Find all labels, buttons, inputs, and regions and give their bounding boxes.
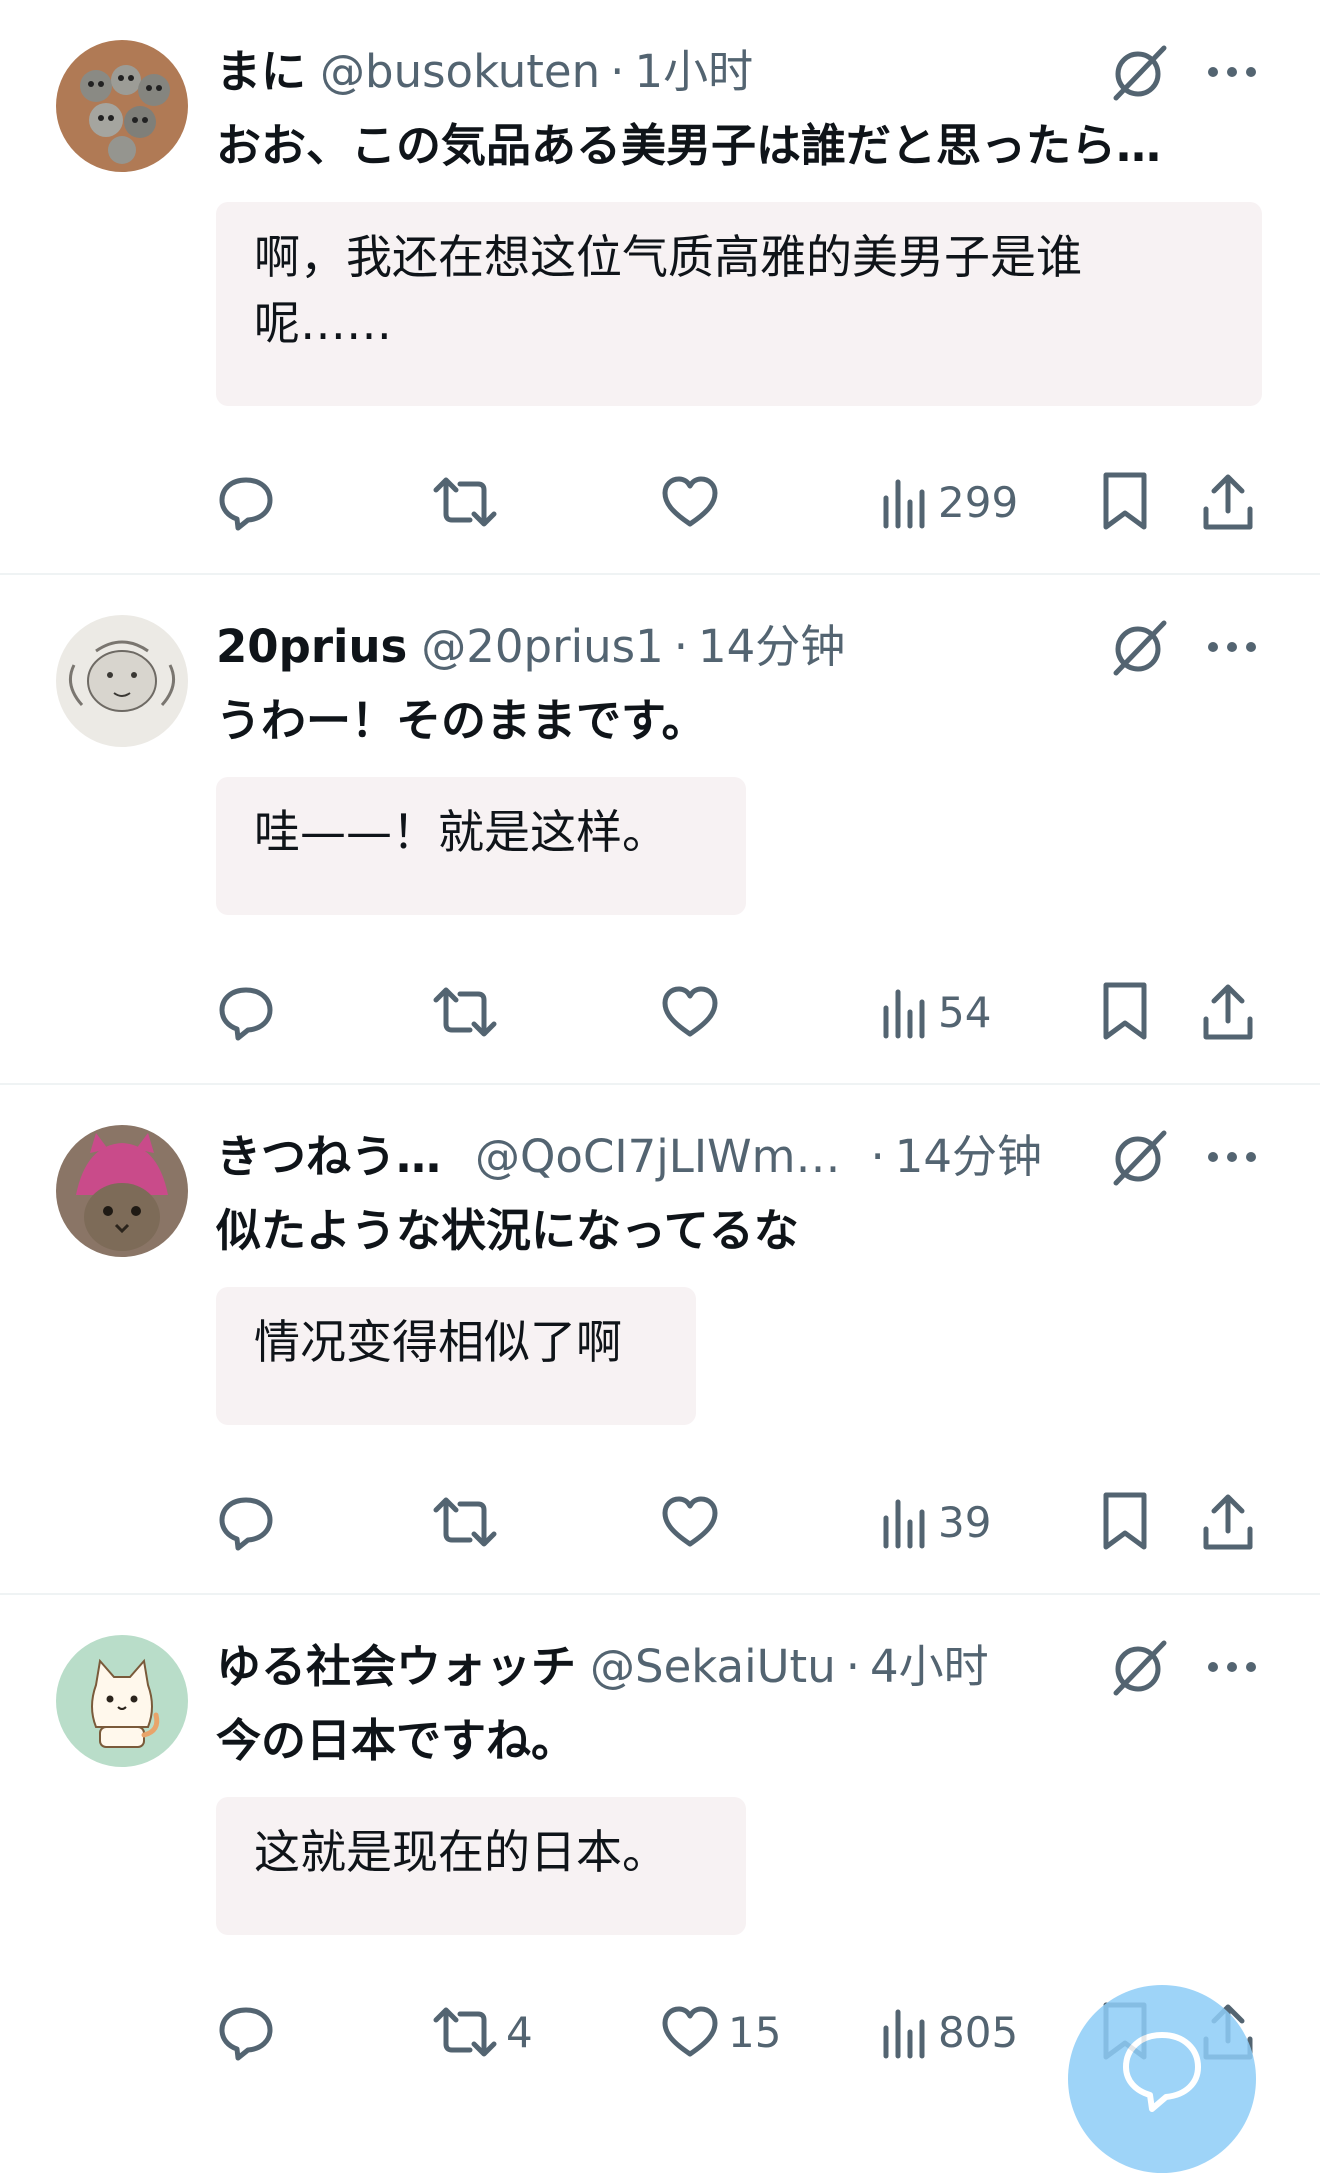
reply-button[interactable] (216, 462, 276, 542)
post-text: 今の日本ですね。 (216, 1714, 577, 1767)
views-icon (883, 479, 925, 529)
more-icon[interactable] (1200, 40, 1264, 104)
views-button[interactable]: 39 (880, 1482, 991, 1562)
bookmark-icon (1103, 472, 1147, 530)
grok-icon[interactable] (1108, 615, 1172, 679)
retweet-button[interactable] (432, 462, 506, 542)
like-icon (662, 986, 718, 1037)
timestamp[interactable]: 4小时 (870, 1635, 989, 1699)
reply-button[interactable] (216, 972, 276, 1052)
post-text: 似たような状況になってるな (216, 1204, 799, 1257)
bookmark-button[interactable] (1100, 972, 1150, 1052)
divider (0, 1593, 1320, 1595)
translation-line: 呢…… (254, 296, 392, 350)
retweet-icon (433, 1497, 497, 1547)
views-button[interactable]: 299 (880, 462, 1018, 542)
share-icon (1203, 984, 1253, 1040)
reply-button[interactable] (216, 1992, 276, 2072)
view-count: 805 (938, 2007, 1019, 2057)
action-bar: 54 (0, 972, 1320, 1052)
avatar[interactable] (56, 40, 188, 172)
bookmark-button[interactable] (1100, 1482, 1150, 1562)
timestamp[interactable]: 14分钟 (698, 615, 845, 679)
share-icon (1203, 1494, 1253, 1550)
view-count: 39 (938, 1497, 992, 1547)
retweet-icon (433, 987, 497, 1037)
translation-line: 啊，我还在想这位气质高雅的美男子是谁 (254, 230, 1082, 284)
view-count: 54 (938, 987, 992, 1037)
more-icon[interactable] (1200, 1635, 1264, 1699)
bookmark-icon (1103, 1492, 1147, 1550)
separator: · (610, 45, 625, 98)
retweet-button[interactable] (432, 972, 506, 1052)
like-icon (662, 2006, 718, 2057)
grok-icon[interactable] (1108, 40, 1172, 104)
like-count: 15 (728, 2007, 782, 2057)
divider (0, 573, 1320, 575)
retweet-button[interactable]: 4 (432, 1992, 533, 2072)
bookmark-icon (1103, 982, 1147, 1040)
like-button[interactable]: 15 (660, 1992, 781, 2072)
view-count: 299 (938, 477, 1019, 527)
views-button[interactable]: 54 (880, 972, 991, 1052)
action-bar: 299 (0, 462, 1320, 542)
retweet-icon (433, 2007, 497, 2057)
user-handle[interactable]: @QoCI7jLIWm… (475, 1125, 840, 1189)
avatar[interactable] (56, 1635, 188, 1767)
retweet-icon (433, 477, 497, 527)
share-button[interactable] (1200, 972, 1256, 1052)
display-name[interactable]: まに (216, 40, 306, 104)
translation-box: 情况变得相似了啊 (216, 1287, 696, 1425)
views-icon (883, 989, 925, 1039)
grok-icon[interactable] (1108, 1125, 1172, 1189)
post-text: おお、この気品ある美男子は誰だと思ったら… (216, 119, 1162, 172)
translation-box: 啊，我还在想这位气质高雅的美男子是谁 呢…… (216, 202, 1262, 406)
reply-icon (219, 1497, 273, 1551)
separator: · (845, 1640, 861, 1693)
like-icon (662, 1496, 718, 1547)
reply-icon (219, 2007, 273, 2061)
post-text: うわー！そのままです。 (216, 694, 707, 747)
grok-icon[interactable] (1108, 1635, 1172, 1699)
views-button[interactable]: 805 (880, 1992, 1018, 2072)
translation-box: 这就是现在的日本。 (216, 1797, 746, 1935)
translation-line: 哇——！就是这样。 (254, 805, 668, 859)
timestamp[interactable]: 1小时 (634, 40, 753, 104)
more-icon[interactable] (1200, 615, 1264, 679)
translation-box: 哇——！就是这样。 (216, 777, 746, 915)
retweet-button[interactable] (432, 1482, 506, 1562)
avatar[interactable] (56, 615, 188, 747)
timestamp[interactable]: 14分钟 (895, 1125, 1042, 1189)
user-handle[interactable]: @busokuten (320, 40, 600, 104)
display-name[interactable]: 20prius (216, 615, 407, 679)
share-button[interactable] (1200, 462, 1256, 542)
avatar[interactable] (56, 1125, 188, 1257)
divider (0, 1083, 1320, 1085)
views-icon (883, 1499, 925, 1549)
user-handle[interactable]: @SekaiUtu (590, 1635, 836, 1699)
reply-icon (219, 477, 273, 531)
like-icon (662, 476, 718, 527)
compose-fab-icon (1123, 2032, 1201, 2112)
bookmark-button[interactable] (1100, 462, 1150, 542)
separator: · (870, 1130, 885, 1183)
separator: · (673, 620, 689, 673)
views-icon (883, 2009, 925, 2059)
like-button[interactable] (660, 462, 728, 542)
share-icon (1203, 474, 1253, 530)
reply-icon (219, 987, 273, 1041)
like-button[interactable] (660, 1482, 728, 1562)
more-icon[interactable] (1200, 1125, 1264, 1189)
display-name[interactable]: きつねう… (216, 1125, 441, 1189)
retweet-count: 4 (506, 2007, 533, 2057)
action-bar: 39 (0, 1482, 1320, 1562)
display-name[interactable]: ゆる社会ウォッチ (216, 1635, 576, 1699)
translation-line: 情况变得相似了啊 (254, 1315, 622, 1369)
like-button[interactable] (660, 972, 728, 1052)
compose-fab[interactable] (1068, 1985, 1256, 2173)
user-handle[interactable]: @20prius1 (421, 615, 663, 679)
translation-line: 这就是现在的日本。 (254, 1825, 668, 1879)
reply-button[interactable] (216, 1482, 276, 1562)
share-button[interactable] (1200, 1482, 1256, 1562)
